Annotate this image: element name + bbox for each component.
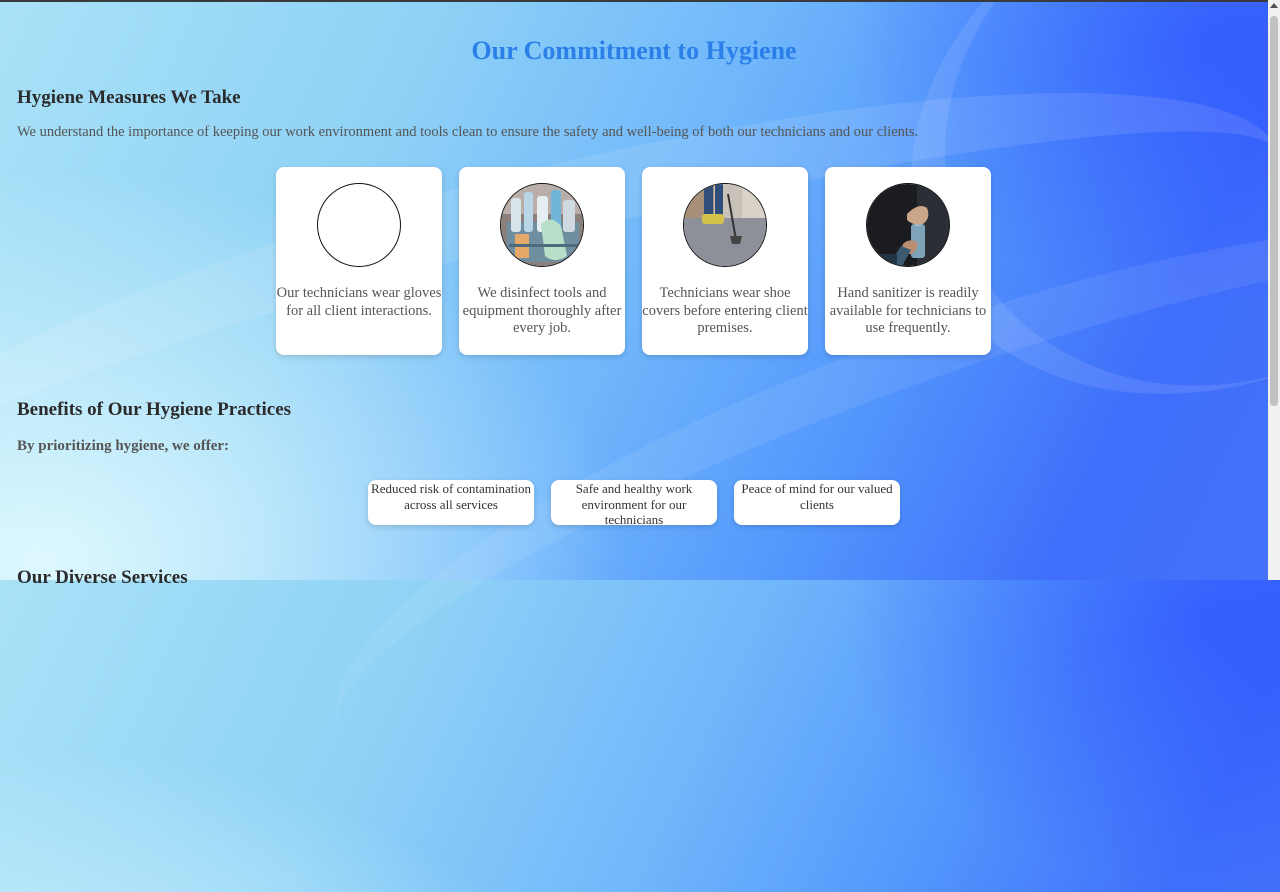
page-title: Our Commitment to Hygiene: [471, 36, 797, 65]
benefit-item: Safe and healthy work environment for ou…: [551, 480, 717, 527]
scroll-up-arrow-icon[interactable]: [1270, 3, 1278, 8]
hand-sanitizer-image: [866, 183, 950, 267]
measure-card-text: Our technicians wear gloves for all clie…: [276, 285, 442, 319]
scrollbar-thumb[interactable]: [1270, 16, 1278, 406]
measure-card-text: Hand sanitizer is readily available for …: [829, 285, 987, 336]
measure-card-gloves: Our technicians wear gloves for all clie…: [276, 167, 442, 355]
window-top-border: [0, 0, 1280, 2]
measure-card-shoe-covers: Technicians wear shoe covers before ente…: [642, 167, 808, 355]
measures-intro: We understand the importance of keeping …: [17, 124, 919, 140]
empty-image: [317, 183, 401, 267]
benefits-list: Reduced risk of contamination across all…: [368, 480, 900, 527]
carpet-cleaning-image: [683, 183, 767, 267]
measure-card-disinfect: We disinfect tools and equipment thoroug…: [459, 167, 625, 355]
services-heading: Our Diverse Services: [17, 567, 188, 588]
measure-card-sanitizer: Hand sanitizer is readily available for …: [825, 167, 991, 355]
measure-card-text: We disinfect tools and equipment thoroug…: [462, 285, 622, 336]
vertical-scrollbar[interactable]: [1268, 0, 1280, 580]
measures-heading: Hygiene Measures We Take: [17, 87, 241, 108]
benefits-heading: Benefits of Our Hygiene Practices: [17, 399, 292, 420]
measure-card-text: Technicians wear shoe covers before ente…: [642, 285, 808, 336]
benefits-subheading: By prioritizing hygiene, we offer:: [17, 438, 230, 454]
measures-cards: Our technicians wear gloves for all clie…: [276, 167, 991, 355]
benefit-item: Peace of mind for our valued clients: [734, 480, 900, 525]
cleaning-supplies-image: [500, 183, 584, 267]
benefit-item: Reduced risk of contamination across all…: [368, 480, 534, 525]
